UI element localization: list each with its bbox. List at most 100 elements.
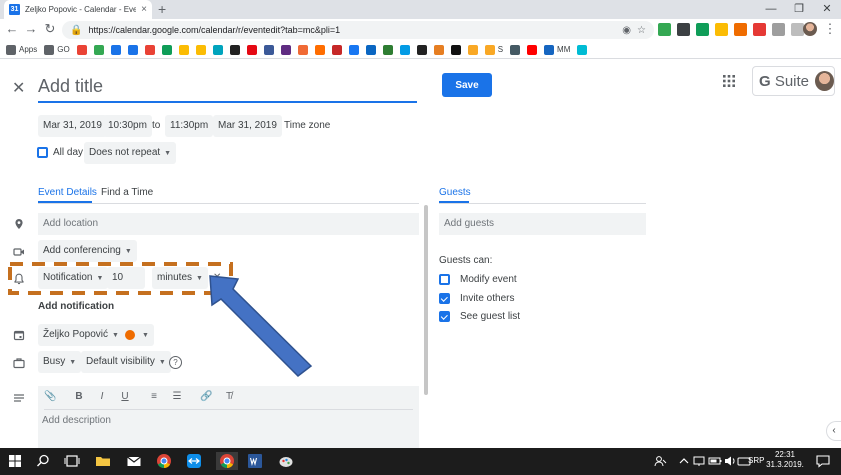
attachment-icon[interactable]: 📎 <box>44 391 56 402</box>
description-placeholder[interactable]: Add description <box>42 415 111 426</box>
input-language[interactable]: SRP <box>748 456 764 465</box>
google-apps-icon[interactable] <box>723 75 735 87</box>
notification-minutes-input[interactable]: 10 <box>107 267 145 289</box>
remove-notification-icon[interactable]: ✕ <box>213 267 221 289</box>
tab-event-details[interactable]: Event Details <box>38 186 97 200</box>
bookmark-item[interactable] <box>229 44 240 55</box>
address-bar[interactable]: 🔒 https://calendar.google.com/calendar/r… <box>62 21 654 39</box>
location-input[interactable]: Add location <box>38 213 419 235</box>
end-date-chip[interactable]: Mar 31, 2019 <box>213 115 282 137</box>
bookmark-item[interactable] <box>577 44 588 55</box>
all-day-checkbox[interactable] <box>37 147 48 158</box>
modify-event-checkbox[interactable] <box>439 274 450 285</box>
extension-icon[interactable] <box>677 23 690 36</box>
bookmark-item[interactable] <box>416 44 427 55</box>
browser-tab[interactable]: 31 Zeljko Popovic - Calendar - Event det… <box>4 0 152 19</box>
bookmark-item[interactable] <box>93 44 104 55</box>
bulleted-list-icon[interactable]: ☰ <box>171 391 183 402</box>
save-button[interactable]: Save <box>442 73 492 97</box>
bookmark-item[interactable] <box>76 44 87 55</box>
extension-icon[interactable] <box>658 23 671 36</box>
bookmark-item[interactable] <box>280 44 291 55</box>
end-time-chip[interactable]: 11:30pm <box>165 115 214 137</box>
event-title-input[interactable] <box>38 71 417 103</box>
forward-button[interactable]: → <box>23 21 39 37</box>
task-view-icon[interactable] <box>63 452 81 470</box>
clock[interactable]: 22:31 31.3.2019. <box>764 450 806 470</box>
bookmark-item[interactable]: S <box>484 44 503 55</box>
mail-icon[interactable] <box>125 452 143 470</box>
calendar-owner-dropdown[interactable]: Željko Popović ▼ <box>38 324 124 346</box>
bookmark-item[interactable] <box>331 44 342 55</box>
italic-button[interactable]: I <box>96 391 108 402</box>
start-time-chip[interactable]: 10:30pm <box>103 115 152 137</box>
url-text[interactable]: https://calendar.google.com/calendar/r/e… <box>88 25 616 35</box>
bookmark-item[interactable] <box>161 44 172 55</box>
side-panel-toggle-icon[interactable]: ‹ <box>826 421 841 441</box>
help-icon[interactable]: ? <box>169 356 182 369</box>
clear-formatting-icon[interactable]: T̸ <box>223 391 235 402</box>
paint-icon[interactable] <box>277 452 295 470</box>
eye-icon[interactable]: ◉ <box>622 25 631 36</box>
extension-icon[interactable] <box>772 23 785 36</box>
bookmark-item[interactable] <box>127 44 138 55</box>
bookmark-item[interactable] <box>527 44 538 55</box>
visibility-dropdown[interactable]: Default visibility ▼ <box>81 351 171 373</box>
scrollbar[interactable] <box>424 205 428 395</box>
back-button[interactable]: ← <box>4 21 20 37</box>
search-icon[interactable] <box>34 452 52 470</box>
permission-modify-event[interactable]: Modify event <box>439 274 517 285</box>
tab-close-icon[interactable]: × <box>141 4 147 15</box>
bookmark-item[interactable] <box>195 44 206 55</box>
close-window-button[interactable]: ✕ <box>813 0 841 19</box>
add-notification-link[interactable]: Add notification <box>38 301 114 312</box>
tab-guests[interactable]: Guests <box>439 186 471 200</box>
add-guests-input[interactable]: Add guests <box>439 213 646 235</box>
link-icon[interactable]: 🔗 <box>200 391 212 402</box>
chrome-active-icon[interactable] <box>216 452 238 470</box>
bookmark-item[interactable] <box>467 44 478 55</box>
chrome-icon[interactable] <box>155 452 173 470</box>
notification-type-dropdown[interactable]: Notification ▼ <box>38 267 109 289</box>
extension-icon[interactable] <box>753 23 766 36</box>
time-zone-link[interactable]: Time zone <box>284 115 330 137</box>
notification-unit-dropdown[interactable]: minutes ▼ <box>152 267 208 289</box>
invite-others-checkbox[interactable] <box>439 293 450 304</box>
conferencing-dropdown[interactable]: Add conferencing ▼ <box>38 240 137 262</box>
bookmark-item[interactable] <box>178 44 189 55</box>
profile-avatar[interactable] <box>803 22 817 36</box>
bold-button[interactable]: B <box>73 391 85 402</box>
bookmark-item[interactable] <box>110 44 121 55</box>
extension-icon[interactable] <box>734 23 747 36</box>
gsuite-account[interactable]: G Suite <box>752 66 835 96</box>
permission-see-guest-list[interactable]: See guest list <box>439 311 520 322</box>
file-explorer-icon[interactable] <box>94 452 112 470</box>
notifications-icon[interactable] <box>814 452 832 470</box>
bookmark-item[interactable] <box>314 44 325 55</box>
bookmark-item[interactable] <box>510 44 521 55</box>
account-avatar[interactable] <box>815 71 834 91</box>
people-icon[interactable] <box>652 452 670 470</box>
close-event-icon[interactable]: ✕ <box>12 78 25 98</box>
chrome-menu-icon[interactable]: ⋮ <box>822 21 838 37</box>
bookmark-item[interactable] <box>246 44 257 55</box>
bookmark-item[interactable]: Apps <box>6 44 37 55</box>
start-date-chip[interactable]: Mar 31, 2019 <box>38 115 107 137</box>
bookmark-item[interactable] <box>297 44 308 55</box>
extension-icon[interactable] <box>696 23 709 36</box>
extension-icon[interactable] <box>715 23 728 36</box>
bookmark-item[interactable] <box>348 44 359 55</box>
bookmark-star-icon[interactable]: ☆ <box>637 25 646 36</box>
bookmark-item[interactable] <box>212 44 223 55</box>
bookmark-item[interactable] <box>382 44 393 55</box>
bookmark-item[interactable]: MM <box>544 44 570 55</box>
restore-button[interactable]: ❐ <box>785 0 813 19</box>
windows-start-icon[interactable] <box>6 452 24 470</box>
numbered-list-icon[interactable]: ≡ <box>148 391 160 402</box>
bookmark-item[interactable] <box>144 44 155 55</box>
repeat-dropdown[interactable]: Does not repeat ▼ <box>84 142 177 164</box>
minimize-button[interactable]: — <box>757 0 785 19</box>
word-icon[interactable] <box>246 452 264 470</box>
new-tab-button[interactable]: + <box>158 1 166 17</box>
bookmark-item[interactable] <box>433 44 444 55</box>
